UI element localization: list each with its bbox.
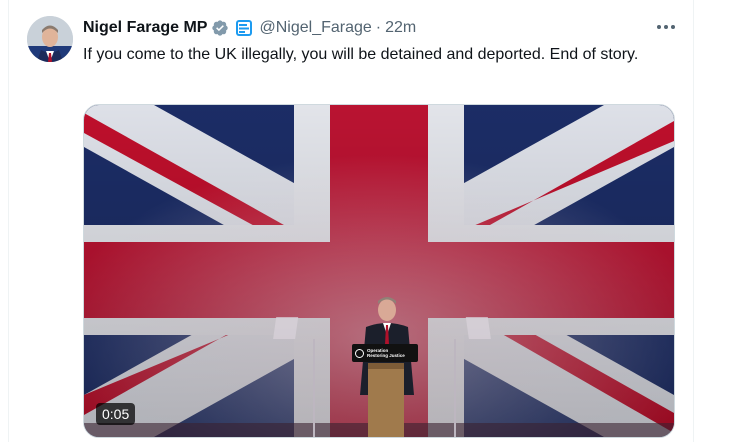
tweet-header: Nigel Farage MP @Nigel_Farage · 22m [83, 16, 416, 40]
author-name[interactable]: Nigel Farage MP [83, 19, 207, 37]
lectern-sign-text: Operation Restoring Justice [367, 348, 405, 358]
verified-badge-icon[interactable] [211, 19, 229, 37]
video-player[interactable]: Operation Restoring Justice 0:05 [83, 104, 675, 438]
video-frame [84, 105, 674, 437]
author-handle[interactable]: @Nigel_Farage [259, 19, 371, 37]
video-duration: 0:05 [96, 403, 136, 425]
tweet-text: If you come to the UK illegally, you wil… [83, 46, 639, 63]
header-separator: · [375, 19, 382, 36]
timeline-border-left [8, 0, 9, 442]
government-affiliation-icon[interactable] [235, 19, 253, 37]
sign-logo-icon [355, 348, 364, 358]
tweet-card[interactable]: Nigel Farage MP @Nigel_Farage · 22m If y… [0, 0, 730, 442]
more-options-icon[interactable] [654, 17, 678, 37]
tweet-timestamp[interactable]: 22m [385, 19, 416, 37]
lectern-sign: Operation Restoring Justice [352, 344, 418, 362]
avatar[interactable] [27, 16, 73, 62]
timeline-border-right [693, 0, 694, 442]
